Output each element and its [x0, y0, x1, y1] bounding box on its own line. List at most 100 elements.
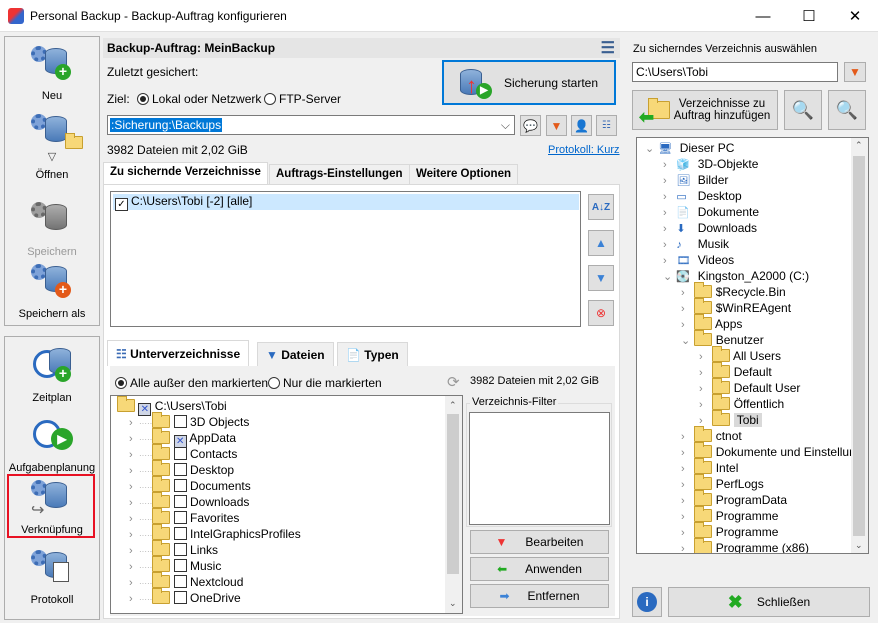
folder-icon	[694, 490, 713, 506]
comment-button[interactable]: 💬	[520, 115, 541, 136]
subtree-scrollbar[interactable]: ⌃ ⌄	[445, 396, 462, 613]
chevron-down-icon[interactable]: ⌵	[501, 118, 510, 133]
subtree-item[interactable]: › ····· 3D Objects	[129, 412, 249, 430]
sidebar-item-protokoll[interactable]: Protokoll	[5, 548, 99, 606]
folder-tree-item[interactable]: › ▭ Desktop	[663, 188, 742, 204]
subtree-item[interactable]: › ····· OneDrive	[129, 588, 241, 606]
tab-more-options[interactable]: Weitere Optionen	[409, 164, 518, 184]
folder-tree-item[interactable]: ⌄ 💽 Kingston_A2000 (C:)	[663, 268, 809, 284]
checkbox	[173, 543, 187, 556]
dir-filter-label: Verzeichnis-Filter	[470, 396, 559, 408]
subdirectory-tree[interactable]: ✕ C:\Users\Tobi › ····· 3D Objects › ····· ✕…	[110, 395, 463, 614]
close-button[interactable]: ✖ Schließen	[668, 587, 870, 617]
folder-tree-item[interactable]: › Apps	[681, 314, 742, 332]
folder-tree-item[interactable]: › 📄 Dokumente	[663, 204, 759, 220]
subtree-item[interactable]: › ····· Desktop	[129, 460, 234, 478]
folder-tree-item[interactable]: › Intel	[681, 458, 738, 476]
folder-icon	[694, 458, 713, 474]
folder-tree-item[interactable]: › 🖼 Bilder	[663, 172, 728, 188]
sort-button[interactable]: A↓Z	[588, 194, 614, 220]
folder-tree-item[interactable]: ⌄ Benutzer	[681, 330, 764, 348]
subtree-item[interactable]: › ····· Nextcloud	[129, 572, 243, 590]
sidebar-item--ffnen[interactable]: ▽ Öffnen	[5, 112, 99, 181]
folder-icon	[694, 330, 713, 346]
start-backup-button[interactable]: ↑ ▶ Sicherung starten	[442, 60, 616, 105]
move-up-button[interactable]: ▲	[588, 230, 614, 256]
path-menu-button[interactable]: ▼	[546, 115, 567, 136]
sidebar-item-speichern-als[interactable]: + Speichern als	[5, 262, 99, 320]
search-file-button[interactable]: 🔍	[828, 90, 866, 130]
job-title: Backup-Auftrag: MeinBackup	[107, 41, 276, 55]
move-down-button[interactable]: ▼	[588, 265, 614, 291]
search-folder-button[interactable]: 🔍	[784, 90, 822, 130]
log-link[interactable]: Protokoll: Kurz	[548, 144, 620, 156]
scroll-thumb[interactable]	[447, 414, 459, 574]
maximize-button[interactable]: ☐	[786, 0, 832, 32]
subtree-item[interactable]: › ····· Downloads	[129, 492, 249, 510]
subtree-item[interactable]: › ····· Links	[129, 540, 218, 558]
tab-directories[interactable]: Zu sichernde Verzeichnisse	[103, 162, 268, 184]
folder-tree-item[interactable]: › ♪ Musik	[663, 236, 729, 252]
subtree-item[interactable]: › ····· Favorites	[129, 508, 239, 526]
chevron-right-icon: ›	[681, 287, 685, 299]
radio-all-except[interactable]: Alle außer den markierten	[115, 376, 268, 390]
menu-icon[interactable]: ☰	[601, 38, 615, 58]
scroll-thumb[interactable]	[853, 156, 865, 536]
folder-tree-item[interactable]: › All Users	[699, 346, 781, 364]
remove-directory-button[interactable]: ⊗	[588, 300, 614, 326]
refresh-icon[interactable]: ⟳	[447, 373, 460, 391]
radio-local[interactable]: Lokal oder Netzwerk	[137, 92, 261, 106]
folder-tree-scrollbar[interactable]: ⌃ ⌄	[851, 138, 868, 553]
subtree-item[interactable]: › ····· Music	[129, 556, 221, 574]
subtree-item[interactable]: › ····· Documents	[129, 476, 251, 494]
path-history-button[interactable]: ▼	[844, 62, 866, 82]
chevron-right-icon: ›	[129, 417, 133, 429]
sidebar-item-neu[interactable]: + Neu	[5, 44, 99, 102]
clock-icon: +	[29, 346, 75, 386]
sidebar-item-aufgabenplanung[interactable]: ▶ Aufgabenplanung	[5, 416, 99, 474]
tree-button[interactable]: ☷	[596, 115, 617, 136]
user-button[interactable]: 👤	[571, 115, 592, 136]
radio-ftp[interactable]: FTP-Server	[264, 92, 341, 106]
folder-tree-item[interactable]: › Dokumente und Einstellunge	[681, 442, 868, 460]
target-path-combo[interactable]: :Sicherung:\Backups ⌵	[107, 115, 515, 135]
folder-tree-item[interactable]: ⌄ 🖥 Dieser PC	[645, 140, 734, 156]
subtree-item[interactable]: › ····· ✕ AppData	[129, 428, 236, 448]
folder-tree-item[interactable]: › 🧊 3D-Objekte	[663, 156, 758, 172]
tree-root[interactable]: ✕ C:\Users\Tobi	[117, 396, 227, 416]
folder-tree-item[interactable]: › Default	[699, 362, 772, 380]
folder-tree[interactable]: ⌄ 🖥 Dieser PC › 🧊 3D-Objekte › 🖼 Bilder › ▭…	[636, 137, 869, 554]
folder-tree-item[interactable]: › Programme (x86)	[681, 538, 809, 553]
minimize-button[interactable]: —	[740, 0, 786, 32]
drive-icon: 💽	[676, 271, 691, 283]
folder-tree-item[interactable]: › ⬇ Downloads	[663, 220, 757, 236]
chevron-right-icon: ›	[129, 449, 133, 461]
log-icon	[29, 548, 75, 588]
remove-filter-button[interactable]: ➡ Entfernen	[470, 584, 609, 608]
edit-filter-button[interactable]: ▼ Bearbeiten	[470, 530, 609, 554]
apply-filter-button[interactable]: ⬅ Anwenden	[470, 557, 609, 581]
sidebar-item-zeitplan[interactable]: + Zeitplan	[5, 346, 99, 404]
tab-types[interactable]: 📄 Typen	[337, 342, 408, 366]
chevron-right-icon: ›	[663, 207, 667, 219]
folder-tree-item[interactable]: › Tobi	[699, 410, 762, 428]
radio-only-marked[interactable]: Nur die markierten	[268, 376, 382, 390]
sidebar-item-label: Neu	[41, 90, 63, 102]
add-directories-button[interactable]: ⬅ Verzeichnisse zu Auftrag hinzufügen	[632, 90, 778, 130]
sidebar-item-speichern[interactable]: Speichern	[5, 200, 99, 258]
dir-path-input[interactable]: C:\Users\Tobi	[632, 62, 838, 82]
close-window-button[interactable]: ✕	[832, 0, 878, 32]
chevron-down-icon: ⌄	[663, 271, 673, 283]
directory-list[interactable]: ✓ C:\Users\Tobi [-2] [alle]	[110, 191, 581, 327]
folder-icon	[694, 298, 713, 314]
tab-files[interactable]: ▼ Dateien	[257, 342, 334, 366]
dir-filter-list[interactable]	[469, 412, 610, 525]
directory-item[interactable]: ✓ C:\Users\Tobi [-2] [alle]	[113, 194, 579, 211]
folder-tree-item[interactable]: › 🎞 Videos	[663, 252, 734, 268]
tab-subdirectories[interactable]: ☷ Unterverzeichnisse	[107, 340, 250, 366]
folder-icon	[694, 506, 713, 522]
tab-job-settings[interactable]: Auftrags-Einstellungen	[269, 164, 410, 184]
folder-tree-item[interactable]: › ctnot	[681, 426, 742, 444]
info-button[interactable]: i	[632, 587, 662, 617]
subtree-item[interactable]: › ····· Contacts	[129, 444, 237, 462]
